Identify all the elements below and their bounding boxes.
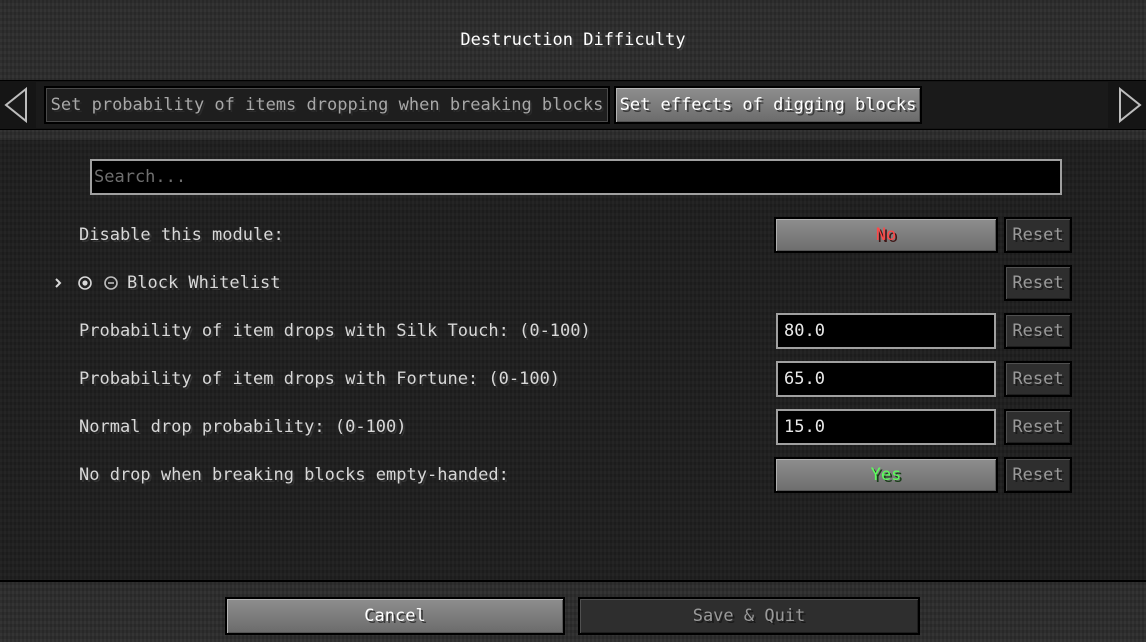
fortune-reset-button[interactable]: Reset: [1004, 361, 1072, 397]
options-list: [0, 140, 1146, 580]
normal-drop-probability-field[interactable]: [776, 409, 996, 445]
screen-title: Destruction Difficulty: [460, 30, 686, 50]
chevron-right-icon[interactable]: [54, 275, 64, 291]
cancel-button[interactable]: Cancel: [225, 597, 565, 635]
disable-module-reset-button[interactable]: Reset: [1004, 217, 1072, 253]
fortune-probability-field[interactable]: [776, 361, 996, 397]
block-whitelist-reset-button[interactable]: Reset: [1004, 265, 1072, 301]
tab-scroll-left-button[interactable]: [2, 85, 32, 125]
fortune-probability-label: Probability of item drops with Fortune: …: [79, 369, 561, 389]
empty-hand-no-drop-label: No drop when breaking blocks empty-hande…: [79, 465, 509, 485]
tab-item-drop-probability[interactable]: Set probability of items dropping when b…: [44, 86, 610, 124]
silk-touch-reset-button[interactable]: Reset: [1004, 313, 1072, 349]
search-input[interactable]: [90, 159, 1062, 195]
disable-module-toggle[interactable]: No: [774, 217, 998, 253]
normal-drop-probability-label: Normal drop probability: (0-100): [79, 417, 407, 437]
disable-module-label: Disable this module:: [79, 225, 284, 245]
minus-circle-icon-glyph: [104, 276, 118, 290]
save-and-quit-button[interactable]: Save & Quit: [578, 597, 920, 635]
footer: [0, 580, 1146, 642]
plus-circle-icon-glyph: [78, 276, 92, 290]
silk-touch-probability-field[interactable]: [776, 313, 996, 349]
tab-digging-effects[interactable]: Set effects of digging blocks: [614, 86, 922, 124]
plus-circle-icon[interactable]: [77, 275, 93, 291]
chevron-right-icon-glyph: [55, 278, 62, 288]
triangle-left-icon: [4, 86, 27, 124]
empty-hand-reset-button[interactable]: Reset: [1004, 457, 1072, 493]
triangle-right-icon: [1119, 86, 1142, 124]
tab-scroll-right-button[interactable]: [1114, 85, 1144, 125]
minus-circle-icon[interactable]: [103, 275, 119, 291]
normal-drop-reset-button[interactable]: Reset: [1004, 409, 1072, 445]
block-whitelist-label: Block Whitelist: [127, 273, 281, 293]
silk-touch-probability-label: Probability of item drops with Silk Touc…: [79, 321, 591, 341]
empty-hand-no-drop-toggle[interactable]: Yes: [774, 457, 998, 493]
